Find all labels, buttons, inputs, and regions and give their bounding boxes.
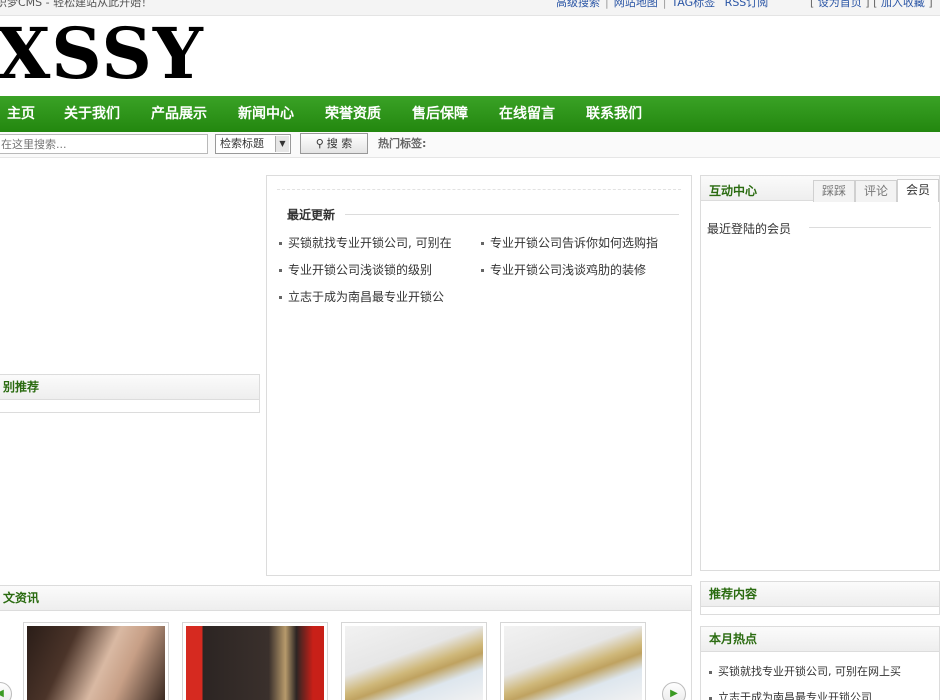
divider bbox=[809, 227, 931, 228]
set-home-link[interactable]: 设为首页 bbox=[818, 0, 862, 9]
monthly-hot-panel: 本月热点 买锁就找专业开锁公司, 可别在网上买 立志于成为南昌最专业开锁公司 bbox=[700, 626, 940, 700]
lock-photo-4 bbox=[504, 626, 642, 700]
divider bbox=[345, 214, 679, 215]
tag-link[interactable]: TAG标签 bbox=[671, 0, 715, 9]
search-type-value: 检索标题 bbox=[220, 137, 264, 150]
recent-members-label: 最近登陆的会员 bbox=[707, 222, 792, 236]
search-type-select[interactable]: 检索标题 ▼ bbox=[215, 134, 291, 154]
latest-updates-panel: 最近更新 买锁就找专业开锁公司, 可别在 专业开锁公司告诉你如何选购指 专业开锁… bbox=[266, 175, 692, 576]
interact-center-header: 互动中心 踩踩 评论 会员 bbox=[701, 176, 939, 202]
recommend-content-title: 推荐内容 bbox=[701, 582, 939, 607]
hot-item[interactable]: 买锁就找专业开锁公司, 可别在网上买 bbox=[709, 663, 901, 679]
divider bbox=[277, 189, 681, 190]
top-right-links: [ 设为首页 ] [ 加入收藏 ] bbox=[810, 0, 933, 10]
picture-news-title: 文资讯 bbox=[0, 586, 691, 611]
nav-item-about[interactable]: 关于我们 bbox=[64, 96, 120, 132]
site-logo[interactable]: XSSY bbox=[0, 14, 204, 94]
chevron-right-icon[interactable]: ▶ bbox=[662, 682, 686, 700]
rss-link[interactable]: RSS订阅 bbox=[725, 0, 769, 9]
tab-comments[interactable]: 评论 bbox=[855, 180, 897, 202]
nav-item-service[interactable]: 售后保障 bbox=[412, 96, 468, 132]
magnifier-icon: ⚲ bbox=[315, 137, 324, 150]
news-item[interactable]: 买锁就找专业开锁公司, 可别在 bbox=[279, 234, 452, 251]
recommend-content-panel: 推荐内容 bbox=[700, 581, 940, 615]
nav-item-message[interactable]: 在线留言 bbox=[499, 96, 555, 132]
add-favorite-link[interactable]: 加入收藏 bbox=[881, 0, 925, 9]
monthly-hot-title: 本月热点 bbox=[701, 627, 939, 652]
news-thumbnail[interactable] bbox=[500, 622, 646, 700]
news-thumbnail[interactable] bbox=[182, 622, 328, 700]
nav-item-home[interactable]: 主页 bbox=[7, 96, 35, 132]
special-recommend-panel: 别推荐 bbox=[0, 374, 260, 413]
dropdown-arrow-icon: ▼ bbox=[275, 136, 289, 152]
news-item[interactable]: 立志于成为南昌最专业开锁公 bbox=[279, 288, 444, 305]
lock-photo-1 bbox=[27, 626, 165, 700]
search-button[interactable]: ⚲ 搜 索 bbox=[300, 133, 368, 154]
news-thumbnail[interactable] bbox=[23, 622, 169, 700]
sitemap-link[interactable]: 网站地图 bbox=[614, 0, 658, 9]
hot-item[interactable]: 立志于成为南昌最专业开锁公司 bbox=[709, 689, 872, 700]
tab-members[interactable]: 会员 bbox=[897, 179, 939, 202]
news-item[interactable]: 专业开锁公司浅谈锁的级别 bbox=[279, 261, 432, 278]
news-thumbnail[interactable] bbox=[341, 622, 487, 700]
main-nav: 主页 关于我们 产品展示 新闻中心 荣誉资质 售后保障 在线留言 联系我们 bbox=[0, 96, 940, 132]
news-item[interactable]: 专业开锁公司浅谈鸡肋的装修 bbox=[481, 261, 646, 278]
advanced-search-link[interactable]: 高级搜索 bbox=[556, 0, 600, 9]
news-item[interactable]: 专业开锁公司告诉你如何选购指 bbox=[481, 234, 658, 251]
nav-item-news[interactable]: 新闻中心 bbox=[238, 96, 294, 132]
special-recommend-title: 别推荐 bbox=[0, 375, 259, 400]
latest-updates-title: 最近更新 bbox=[287, 208, 336, 222]
lock-photo-3 bbox=[345, 626, 483, 700]
nav-item-honors[interactable]: 荣誉资质 bbox=[325, 96, 381, 132]
site-slogan: 织梦CMS - 轻松建站从此开始！ bbox=[0, 0, 153, 9]
interact-center-title: 互动中心 bbox=[709, 184, 758, 198]
search-button-label: 搜 索 bbox=[326, 137, 353, 150]
search-bar: 检索标题 ▼ ⚲搜 索 热门标签: bbox=[0, 132, 940, 158]
nav-item-products[interactable]: 产品展示 bbox=[151, 96, 207, 132]
lock-photo-2 bbox=[186, 626, 324, 700]
interact-center-panel: 互动中心 踩踩 评论 会员 最近登陆的会员 bbox=[700, 175, 940, 571]
search-input[interactable] bbox=[0, 134, 208, 154]
nav-item-contact[interactable]: 联系我们 bbox=[586, 96, 642, 132]
tab-diggs[interactable]: 踩踩 bbox=[813, 180, 855, 202]
top-links: 高级搜索 | 网站地图 | TAG标签 RSS订阅 bbox=[556, 0, 768, 10]
hot-tags-label: 热门标签: bbox=[378, 137, 427, 150]
